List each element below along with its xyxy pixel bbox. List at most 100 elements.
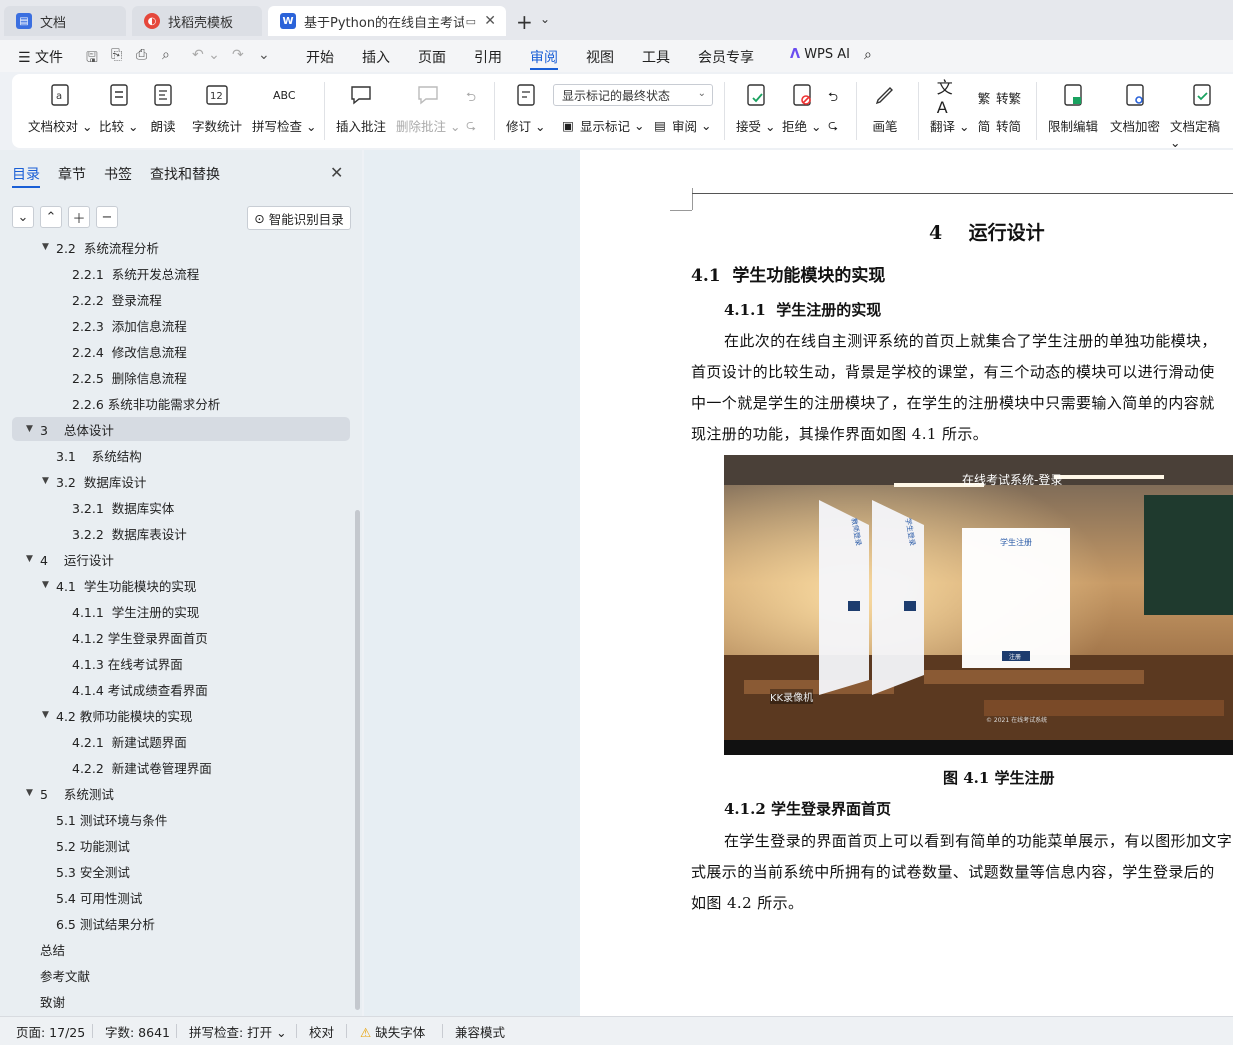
toc-item[interactable]: 2.2.4 修改信息流程 <box>12 339 350 363</box>
toc-item[interactable]: 参考文献 <box>12 963 350 987</box>
monitor-icon[interactable]: ▭ <box>466 15 476 28</box>
tab-templates[interactable]: ◐ 找稻壳模板 <box>132 6 262 36</box>
save-icon[interactable]: 🖫 <box>86 47 98 71</box>
toc-item[interactable]: 4.1.2 学生登录界面首页 <box>12 625 350 649</box>
toc-item[interactable]: 4.1.1 学生注册的实现 <box>12 599 350 623</box>
toc-item[interactable]: 4.1.4 考试成绩查看界面 <box>12 677 350 701</box>
redo-icon[interactable]: ↷ <box>232 47 244 63</box>
toc-item[interactable]: 4.2.2 新建试卷管理界面 <box>12 755 350 779</box>
add-heading-button[interactable]: ＋ <box>68 206 90 228</box>
toc-item[interactable]: 5.3 安全测试 <box>12 859 350 883</box>
next-comment-icon[interactable]: ⮎ <box>466 116 476 137</box>
toc-item[interactable]: 4.2.1 新建试题界面 <box>12 729 350 753</box>
toc-item[interactable]: 5.2 功能测试 <box>12 833 350 857</box>
page-indicator[interactable]: 页面: 17/25 <box>16 1022 85 1041</box>
encrypt-button[interactable]: 文档加密 <box>1110 82 1160 135</box>
toc-item[interactable]: 3.1 系统结构 <box>12 443 350 467</box>
menu-review[interactable]: 审阅 <box>530 47 558 67</box>
compare-button[interactable]: 比较 ⌄ <box>99 82 138 135</box>
word-count-indicator[interactable]: 字数: 8641 <box>105 1022 170 1041</box>
toc-item[interactable]: 总结 <box>12 937 350 961</box>
menu-insert[interactable]: 插入 <box>362 47 390 67</box>
add-tab-button[interactable]: + <box>516 10 533 34</box>
pen-button[interactable]: 画笔 <box>872 82 898 135</box>
toc-item[interactable]: 2.2.1 系统开发总流程 <box>12 261 350 285</box>
menu-tools[interactable]: 工具 <box>642 47 670 67</box>
delete-comment-button[interactable]: 删除批注 ⌄ <box>396 82 460 135</box>
word-count-button[interactable]: 12 字数统计 <box>192 82 242 135</box>
markup-status-select[interactable]: 显示标记的最终状态 ⌄ <box>553 84 713 106</box>
ai-toc-button[interactable]: ⊙ 智能识别目录 <box>247 206 351 230</box>
chevron-down-icon[interactable]: ⌄ <box>258 47 270 63</box>
toc-item[interactable]: 6.5 测试结果分析 <box>12 911 350 935</box>
toc-item[interactable]: 2.2.2 登录流程 <box>12 287 350 311</box>
toc-item[interactable]: 3.2.1 数据库实体 <box>12 495 350 519</box>
proofread-button[interactable]: a 文档校对 ⌄ <box>28 82 92 135</box>
expand-arrow-icon[interactable]: ▼ <box>42 476 49 486</box>
tab-documents[interactable]: ▤ 文档 <box>4 6 126 36</box>
spell-check-status[interactable]: 拼写检查: 打开 ⌄ <box>189 1022 287 1041</box>
collapse-down-button[interactable]: ⌄ <box>12 206 34 228</box>
close-icon[interactable]: ✕ <box>484 13 496 29</box>
nav-tab-bookmarks[interactable]: 书签 <box>104 164 132 184</box>
spell-check-button[interactable]: ABC 拼写检查 ⌄ <box>252 82 316 135</box>
to-traditional-button[interactable]: 繁转繁 <box>976 88 1021 107</box>
proofread-status[interactable]: 校对 <box>309 1022 334 1041</box>
toc-item[interactable]: 5.1 测试环境与条件 <box>12 807 350 831</box>
toc-item[interactable]: ▼ 5 系统测试 <box>12 781 350 805</box>
nav-tab-find-replace[interactable]: 查找和替换 <box>150 164 220 184</box>
expand-arrow-icon[interactable]: ▼ <box>42 710 49 720</box>
toc-item[interactable]: 2.2.3 添加信息流程 <box>12 313 350 337</box>
prev-change-icon[interactable]: ⮌ <box>828 88 838 109</box>
toc-item[interactable]: ▼ 4.2 教师功能模块的实现 <box>12 703 350 727</box>
toc-item[interactable]: 5.4 可用性测试 <box>12 885 350 909</box>
wps-ai-button[interactable]: Ʌ WPS AI <box>790 47 850 62</box>
document-page[interactable]: 4 运行设计 4.1 学生功能模块的实现 4.1.1 学生注册的实现 在此次的在… <box>580 150 1233 1016</box>
missing-font-status[interactable]: ⚠ 缺失字体 <box>360 1022 425 1041</box>
toc-item[interactable]: 致谢 <box>12 989 350 1013</box>
toc-item[interactable]: ▼ 4.1 学生功能模块的实现 <box>12 573 350 597</box>
revise-button[interactable]: 修订 ⌄ <box>506 82 545 135</box>
expand-arrow-icon[interactable]: ▼ <box>26 788 33 798</box>
compat-mode-status[interactable]: 兼容模式 <box>455 1022 505 1041</box>
toc-item[interactable]: 3.2.2 数据库表设计 <box>12 521 350 545</box>
restrict-edit-button[interactable]: 限制编辑 <box>1048 82 1098 135</box>
tab-active-document[interactable]: W 基于Python的在线自主考试系 ▭ ✕ <box>268 6 506 36</box>
nav-tab-toc[interactable]: 目录 <box>12 164 40 184</box>
toc-item[interactable]: 4.1.3 在线考试界面 <box>12 651 350 675</box>
search-icon[interactable]: ⌕ <box>864 47 872 63</box>
accept-button[interactable]: 接受 ⌄ <box>736 82 775 135</box>
toc-item[interactable]: 2.2.6 系统非功能需求分析 <box>12 391 350 415</box>
toc-item[interactable]: ▼ 3.2 数据库设计 <box>12 469 350 493</box>
expand-arrow-icon[interactable]: ▼ <box>42 242 49 252</box>
to-simplified-button[interactable]: 简转简 <box>976 116 1021 135</box>
menu-page[interactable]: 页面 <box>418 47 446 67</box>
expand-arrow-icon[interactable]: ▼ <box>26 424 33 434</box>
finalize-button[interactable]: 文档定稿 ⌄ <box>1170 82 1233 150</box>
menu-reference[interactable]: 引用 <box>474 47 502 67</box>
nav-scrollbar[interactable] <box>355 510 360 1010</box>
next-change-icon[interactable]: ⮎ <box>828 116 838 137</box>
export-icon[interactable]: ⎘ <box>111 47 122 63</box>
print-icon[interactable]: ⎙ <box>136 47 147 63</box>
menu-member[interactable]: 会员专享 <box>698 47 754 67</box>
reject-button[interactable]: 拒绝 ⌄ <box>782 82 821 135</box>
expand-arrow-icon[interactable]: ▼ <box>42 580 49 590</box>
close-icon[interactable]: ✕ <box>330 163 343 182</box>
collapse-up-button[interactable]: ⌃ <box>40 206 62 228</box>
insert-comment-button[interactable]: 插入批注 <box>336 82 386 135</box>
chevron-down-icon[interactable]: ⌄ <box>540 12 550 26</box>
review-pane-button[interactable]: ▤ 审阅 ⌄ <box>652 116 711 135</box>
translate-button[interactable]: 文A 翻译 ⌄ <box>930 78 969 135</box>
undo-icon[interactable]: ↶ ⌄ <box>192 47 220 63</box>
remove-heading-button[interactable]: − <box>96 206 118 228</box>
toc-item[interactable]: ▼ 2.2 系统流程分析 <box>12 242 350 259</box>
show-markup-button[interactable]: ▣ 显示标记 ⌄ <box>560 116 644 135</box>
print-preview-icon[interactable]: ⌕ <box>162 47 170 63</box>
read-aloud-button[interactable]: 朗读 <box>150 82 176 135</box>
expand-arrow-icon[interactable]: ▼ <box>26 554 33 564</box>
menu-file[interactable]: ☰ 文件 <box>18 47 63 67</box>
nav-tab-chapters[interactable]: 章节 <box>58 164 86 184</box>
toc-item[interactable]: ▼ 3 总体设计 <box>12 417 350 441</box>
toc-item[interactable]: 2.2.5 删除信息流程 <box>12 365 350 389</box>
